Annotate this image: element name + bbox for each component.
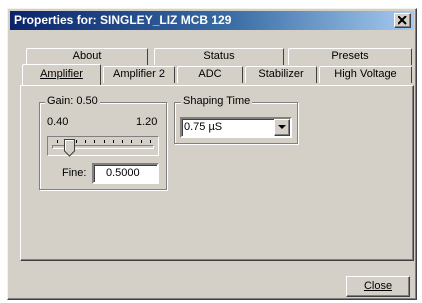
slider-tick bbox=[131, 140, 132, 143]
tab-presets[interactable]: Presets bbox=[288, 48, 412, 65]
tab-amplifier-2-label: Amplifier 2 bbox=[113, 68, 165, 80]
close-icon bbox=[398, 16, 407, 25]
tab-high-voltage-label: High Voltage bbox=[334, 68, 397, 80]
chevron-down-icon bbox=[278, 125, 286, 129]
slider-tick bbox=[94, 140, 95, 143]
slider-tick bbox=[104, 140, 105, 143]
gain-min-label: 0.40 bbox=[47, 116, 69, 128]
tab-stabilizer[interactable]: Stabilizer bbox=[245, 66, 317, 83]
tab-high-voltage[interactable]: High Voltage bbox=[319, 66, 412, 83]
window-close-button[interactable] bbox=[394, 13, 411, 28]
tab-stabilizer-label: Stabilizer bbox=[258, 68, 304, 80]
fine-label: Fine: bbox=[62, 167, 87, 179]
gain-legend: Gain: 0.50 bbox=[45, 95, 100, 108]
slider-tick bbox=[141, 140, 142, 143]
tab-status-label: Status bbox=[203, 50, 235, 62]
shaping-time-legend: Shaping Time bbox=[181, 95, 253, 108]
tab-presets-label: Presets bbox=[331, 50, 369, 62]
gain-slider-thumb[interactable] bbox=[64, 139, 75, 157]
fine-input[interactable]: 0.5000 bbox=[92, 163, 159, 184]
slider-tick bbox=[113, 140, 114, 143]
shaping-time-value: 0.75 µS bbox=[184, 121, 223, 133]
tab-about[interactable]: About bbox=[26, 48, 148, 65]
tab-about-label: About bbox=[72, 50, 102, 62]
close-button[interactable]: Close bbox=[346, 276, 410, 297]
slider-tick bbox=[85, 140, 86, 143]
shaping-time-dropdown-button[interactable] bbox=[274, 119, 290, 136]
close-button-label: Close bbox=[363, 280, 393, 292]
tab-amplifier-2[interactable]: Amplifier 2 bbox=[103, 66, 175, 83]
tab-amplifier[interactable]: Amplifier bbox=[22, 64, 101, 85]
tab-adc-label: ADC bbox=[198, 68, 222, 80]
gain-max-label: 1.20 bbox=[136, 116, 158, 128]
tab-status[interactable]: Status bbox=[154, 48, 284, 65]
slider-tick bbox=[57, 140, 58, 143]
tab-adc[interactable]: ADC bbox=[177, 66, 243, 83]
window-title: Properties for: SINGLEY_LIZ MCB 129 bbox=[14, 13, 232, 27]
slider-tick bbox=[122, 140, 123, 143]
tab-amplifier-label: Amplifier bbox=[40, 68, 83, 80]
slider-tick bbox=[76, 140, 77, 143]
slider-tick bbox=[150, 140, 151, 143]
